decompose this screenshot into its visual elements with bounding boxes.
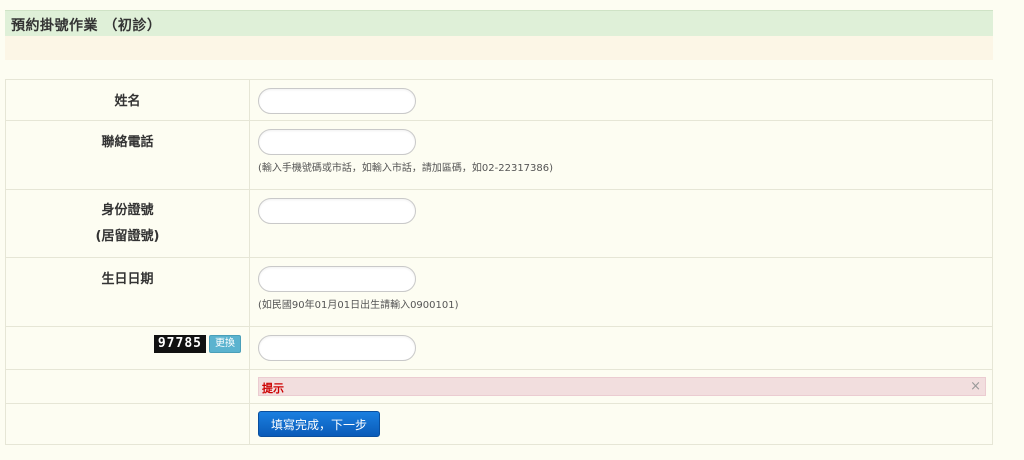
title-bar: 預約掛號作業 （初診） [5,10,993,36]
phone-label-cell: 聯絡電話 [6,121,250,189]
name-input[interactable] [258,88,416,114]
birthday-value-cell: (如民國90年01月01日出生請輸入0900101) [250,258,992,326]
name-value-cell [250,80,992,120]
captcha-image: 97785 [153,335,206,353]
alert-box: 提示 × [258,377,986,396]
phone-label: 聯絡電話 [101,135,154,150]
id-number-row: 身份證號 (居留證號) [6,190,992,258]
sub-bar [5,36,993,60]
captcha-row: 97785 更換 [6,327,992,370]
id-number-label-line2: (居留證號) [95,229,160,244]
name-label: 姓名 [114,94,141,109]
registration-form: 姓名 聯絡電話 (輸入手機號碼或市話，如輸入市話，請加區碼，如02-223173… [5,79,993,445]
id-number-value-cell [250,190,992,257]
alert-label-cell [6,370,250,403]
page: 預約掛號作業 （初診） 姓名 聯絡電話 (輸入手機號碼或市話，如輸入市話，請加區… [0,0,1024,460]
phone-value-cell: (輸入手機號碼或市話，如輸入市話，請加區碼，如02-22317386) [250,121,992,189]
alert-value-cell: 提示 × [250,370,992,403]
submit-label-cell [6,404,250,444]
birthday-label-cell: 生日日期 [6,258,250,326]
submit-value-cell: 填寫完成，下一步 [250,404,992,444]
phone-hint: (輸入手機號碼或市話，如輸入市話，請加區碼，如02-22317386) [258,163,554,174]
submit-row: 填寫完成，下一步 [6,404,992,444]
captcha-input[interactable] [258,335,416,361]
captcha-refresh-button[interactable]: 更換 [209,335,241,353]
id-number-label: 身份證號 (居留證號) [6,190,249,250]
submit-button[interactable]: 填寫完成，下一步 [258,411,380,437]
name-label-cell: 姓名 [6,80,250,120]
birthday-label: 生日日期 [101,272,154,287]
name-row: 姓名 [6,80,992,121]
birthday-row: 生日日期 (如民國90年01月01日出生請輸入0900101) [6,258,992,327]
page-title: 預約掛號作業 （初診） [11,18,162,34]
phone-row: 聯絡電話 (輸入手機號碼或市話，如輸入市話，請加區碼，如02-22317386) [6,121,992,190]
birthday-hint: (如民國90年01月01日出生請輸入0900101) [258,300,459,311]
id-number-input[interactable] [258,198,416,224]
id-number-label-cell: 身份證號 (居留證號) [6,190,250,257]
phone-input[interactable] [258,129,416,155]
birthday-input[interactable] [258,266,416,292]
close-icon[interactable]: × [970,378,981,395]
alert-row: 提示 × [6,370,992,404]
captcha-label-cell: 97785 更換 [6,327,250,369]
captcha-value-cell [250,327,992,369]
alert-text: 提示 [262,382,284,395]
captcha-group: 97785 更換 [153,335,241,353]
id-number-label-line1: 身份證號 [101,203,154,218]
